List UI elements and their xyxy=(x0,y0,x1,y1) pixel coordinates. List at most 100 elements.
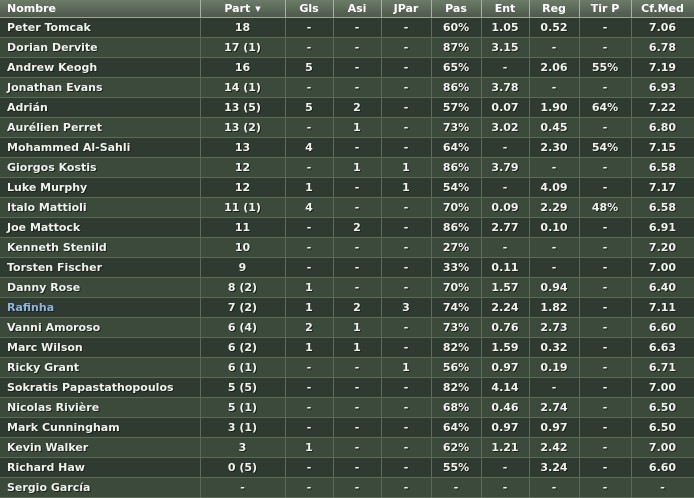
table-row[interactable]: Dorian Dervite 17 (1) - - -87% 3.15- -6.78 xyxy=(0,37,694,58)
table-row[interactable]: Mark Cunningham 3 (1) - - -64% 0.97 0.97-6.50 xyxy=(0,417,694,438)
table-row[interactable]: Nicolas Rivière 5 (1) - - -68% 0.46 2.74-6.50 xyxy=(0,397,694,418)
reg-cell: 0.97 xyxy=(529,417,580,438)
player-name[interactable]: Nicolas Rivière xyxy=(0,397,201,418)
pas-cell: 87% xyxy=(431,37,482,58)
ent-cell: 0.09 xyxy=(481,197,530,218)
jpar-cell: 1 xyxy=(381,357,432,378)
table-row[interactable]: Danny Rose 8 (2) 1- -70% 1.57 0.94-6.40 xyxy=(0,277,694,298)
gls-cell: - xyxy=(285,417,334,438)
player-name[interactable]: Aurélien Perret xyxy=(0,117,201,138)
table-row[interactable]: Vanni Amoroso 6 (4) 2 1-73% 0.76 2.73-6.60 xyxy=(0,317,694,338)
table-row[interactable]: Adrián 13 (5) 5 2-57% 0.07 1.90 64% 7.22 xyxy=(0,97,694,118)
cf-med-cell: 7.00 xyxy=(631,377,694,398)
cf-med-cell: 6.80 xyxy=(631,117,694,138)
jpar-cell: - xyxy=(381,257,432,278)
column-header-tir-p[interactable]: Tir P xyxy=(579,0,632,18)
player-name[interactable]: Dorian Dervite xyxy=(0,37,201,58)
jpar-cell: - xyxy=(381,337,432,358)
player-name[interactable]: Mark Cunningham xyxy=(0,417,201,438)
table-row[interactable]: Andrew Keogh 16 5- -65% -2.06 55% 7.19 xyxy=(0,57,694,78)
table-row[interactable]: Sergio García - - - - - - - - - xyxy=(0,477,694,498)
part-cell: 10 xyxy=(200,237,286,258)
pas-cell: 86% xyxy=(431,77,482,98)
ent-cell: 1.57 xyxy=(481,277,530,298)
ent-cell: 2.77 xyxy=(481,217,530,238)
player-name[interactable]: Andrew Keogh xyxy=(0,57,201,78)
player-name[interactable]: Adrián xyxy=(0,97,201,118)
player-name[interactable]: Sergio García xyxy=(0,477,201,498)
jpar-cell: - xyxy=(381,17,432,38)
table-row[interactable]: Kevin Walker 3 1- -62% 1.21 2.42-7.00 xyxy=(0,437,694,458)
column-header-asi[interactable]: Asi xyxy=(333,0,382,18)
column-header-part[interactable]: Part ▼ xyxy=(200,0,286,18)
player-name[interactable]: Danny Rose xyxy=(0,277,201,298)
player-name[interactable]: Giorgos Kostis xyxy=(0,157,201,178)
tir-p-cell: - xyxy=(579,237,632,258)
pas-cell: 64% xyxy=(431,417,482,438)
column-label: Ent xyxy=(494,2,516,15)
player-name[interactable]: Richard Haw xyxy=(0,457,201,478)
column-header-gls[interactable]: Gls xyxy=(285,0,334,18)
player-name[interactable]: Vanni Amoroso xyxy=(0,317,201,338)
column-header-ent[interactable]: Ent xyxy=(481,0,530,18)
reg-cell: - xyxy=(529,77,580,98)
table-row[interactable]: Aurélien Perret 13 (2) -1-73% 3.02 0.45-6.80 xyxy=(0,117,694,138)
tir-p-cell: - xyxy=(579,157,632,178)
player-name[interactable]: Luke Murphy xyxy=(0,177,201,198)
ent-cell: 0.46 xyxy=(481,397,530,418)
table-row[interactable]: Torsten Fischer 9- - -33% 0.11- -7.00 xyxy=(0,257,694,278)
player-name[interactable]: Ricky Grant xyxy=(0,357,201,378)
column-header-jpar[interactable]: JPar xyxy=(381,0,432,18)
player-name[interactable]: Italo Mattioli xyxy=(0,197,201,218)
tir-p-cell: - xyxy=(579,477,632,498)
table-row[interactable]: Ricky Grant 6 (1) - -1 56% 0.97 0.19-6.71 xyxy=(0,357,694,378)
table-row[interactable]: Giorgos Kostis 12-1 1 86% 3.79- -6.58 xyxy=(0,157,694,178)
table-row[interactable]: Sokratis Papastathopoulos 5 (5) - - -82% 4.14… xyxy=(0,377,694,398)
player-name[interactable]: Torsten Fischer xyxy=(0,257,201,278)
jpar-cell: - xyxy=(381,377,432,398)
column-header-cf-med[interactable]: Cf.Med xyxy=(631,0,694,18)
ent-cell: 2.24 xyxy=(481,297,530,318)
table-row[interactable]: Luke Murphy 12 1-1 54% -4.09-7.17 xyxy=(0,177,694,198)
table-row[interactable]: Peter Tomcak 18- - -60% 1.05 0.52-7.06 xyxy=(0,17,694,38)
ent-cell: 1.05 xyxy=(481,17,530,38)
asi-cell: - xyxy=(333,177,382,198)
cf-med-cell: 6.58 xyxy=(631,157,694,178)
cf-med-cell: 6.60 xyxy=(631,317,694,338)
table-row[interactable]: Jonathan Evans 14 (1) - - -86% 3.78- -6.93 xyxy=(0,77,694,98)
asi-cell: - xyxy=(333,237,382,258)
table-row[interactable]: Italo Mattioli 11 (1) 4- -70% 0.09 2.29 48% 6.5… xyxy=(0,197,694,218)
player-name[interactable]: Sokratis Papastathopoulos xyxy=(0,377,201,398)
part-cell: - xyxy=(200,477,286,498)
player-name[interactable]: Kevin Walker xyxy=(0,437,201,458)
part-cell: 7 (2) xyxy=(200,297,286,318)
pas-cell: 73% xyxy=(431,317,482,338)
gls-cell: - xyxy=(285,157,334,178)
pas-cell: 86% xyxy=(431,217,482,238)
player-name[interactable]: Peter Tomcak xyxy=(0,17,201,38)
table-row[interactable]: Richard Haw 0 (5) - - -55% -3.24-6.60 xyxy=(0,457,694,478)
player-name[interactable]: Marc Wilson xyxy=(0,337,201,358)
cf-med-cell: 6.58 xyxy=(631,197,694,218)
reg-cell: 0.19 xyxy=(529,357,580,378)
table-row[interactable]: Rafinha 7 (2) 1 2 3 74% 2.24 1.82-7.11 xyxy=(0,297,694,318)
player-name[interactable]: Joe Mattock xyxy=(0,217,201,238)
jpar-cell: - xyxy=(381,37,432,58)
table-row[interactable]: Kenneth Stenild 10- - -27% - - -7.20 xyxy=(0,237,694,258)
column-label: Tir P xyxy=(590,2,620,15)
column-header-nombre[interactable]: Nombre xyxy=(0,0,201,18)
reg-cell: 0.45 xyxy=(529,117,580,138)
player-name[interactable]: Mohammed Al-Sahli xyxy=(0,137,201,158)
part-cell: 0 (5) xyxy=(200,457,286,478)
column-header-pas[interactable]: Pas xyxy=(431,0,482,18)
jpar-cell: - xyxy=(381,317,432,338)
player-name[interactable]: Rafinha xyxy=(0,297,201,318)
asi-cell: 2 xyxy=(333,217,382,238)
player-name[interactable]: Jonathan Evans xyxy=(0,77,201,98)
table-row[interactable]: Mohammed Al-Sahli 13 4- -64% -2.30 54% 7.15 xyxy=(0,137,694,158)
table-row[interactable]: Marc Wilson 6 (2) 1 1-82% 1.59 0.32-6.63 xyxy=(0,337,694,358)
column-header-reg[interactable]: Reg xyxy=(529,0,580,18)
table-row[interactable]: Joe Mattock 11-2-86% 2.77 0.10-6.91 xyxy=(0,217,694,238)
player-name[interactable]: Kenneth Stenild xyxy=(0,237,201,258)
tir-p-cell: - xyxy=(579,377,632,398)
